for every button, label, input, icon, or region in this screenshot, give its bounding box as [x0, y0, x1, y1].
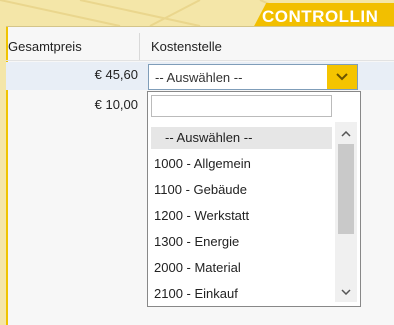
panel-top-border [0, 26, 394, 27]
chevron-down-icon [336, 73, 348, 81]
kostenstelle-dropdown-list[interactable]: -- Auswählen -- 1000 - Allgemein 1100 - … [147, 91, 361, 307]
kostenstelle-select[interactable]: -- Auswählen -- [148, 64, 358, 90]
scroll-up-button[interactable] [335, 124, 357, 144]
price-cell: € 45,60 [94, 67, 138, 82]
dropdown-option[interactable]: 1300 - Energie [154, 231, 239, 253]
column-header-kostenstelle[interactable]: Kostenstelle [151, 33, 222, 60]
header-divider [6, 60, 394, 61]
dropdown-option[interactable]: -- Auswählen -- [151, 127, 332, 149]
dropdown-filter-box[interactable] [151, 95, 332, 117]
chevron-up-icon [341, 131, 351, 137]
price-cell: € 10,00 [94, 97, 138, 112]
scroll-down-button[interactable] [335, 282, 357, 302]
select-value: -- Auswählen -- [155, 69, 243, 85]
dropdown-option[interactable]: 2100 - Einkauf [154, 283, 238, 305]
dropdown-option[interactable]: 1000 - Allgemein [154, 153, 251, 175]
dropdown-option[interactable]: 1100 - Gebäude [154, 179, 247, 201]
column-header-gesamtpreis[interactable]: Gesamtpreis [8, 33, 82, 60]
column-separator [139, 33, 140, 60]
select-dropdown-button[interactable] [327, 65, 357, 89]
dropdown-scrollbar[interactable] [335, 122, 357, 302]
dropdown-option[interactable]: 1200 - Werkstatt [154, 205, 249, 227]
dropdown-option[interactable]: 2000 - Material [154, 257, 241, 279]
chevron-down-icon [341, 289, 351, 295]
scrollbar-thumb[interactable] [338, 144, 354, 234]
